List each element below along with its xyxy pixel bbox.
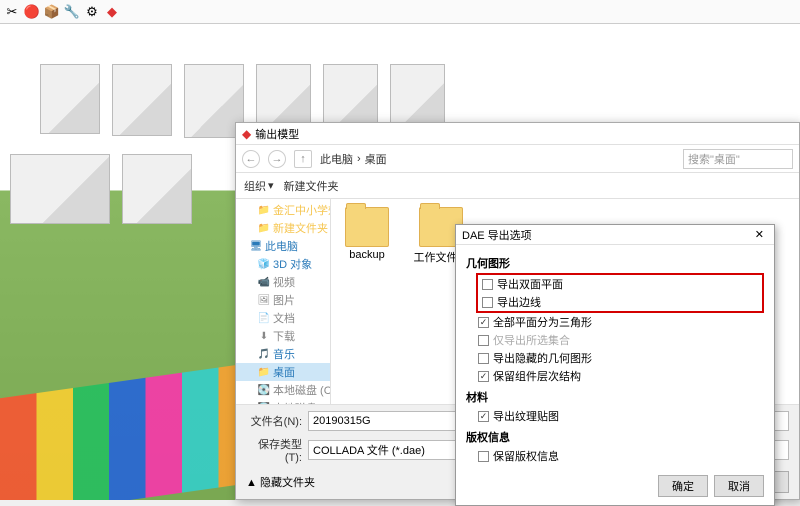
tree-item-icon: 📹 [258,276,270,288]
dialog-toolbar: 组织▾ 新建文件夹 [236,173,799,199]
tree-item-label: 3D 对象 [273,256,312,272]
tree-item-icon: 🖥 [250,240,262,252]
option-label: 保留版权信息 [493,448,559,464]
checkbox[interactable] [482,297,493,308]
checkbox[interactable] [478,371,489,382]
option-label: 导出边线 [497,294,541,310]
tree-item-icon: ⬇ [258,330,270,342]
folder-icon [345,207,389,247]
tree-item[interactable]: 📁新建文件夹 [236,219,330,237]
option-label: 保留组件层次结构 [493,368,581,384]
options-titlebar: DAE 导出选项 ✕ [456,225,774,245]
tool-wrench-icon[interactable]: 🔧 [64,4,80,20]
tree-item-label: 视频 [273,274,295,290]
checkbox[interactable] [478,451,489,462]
option-label: 导出双面平面 [497,276,563,292]
tree-item[interactable]: 📄文档 [236,309,330,327]
option-row[interactable]: 导出双面平面 [480,275,760,293]
colorful-ground [0,362,260,500]
checkbox [478,335,489,346]
tree-item-icon: 📁 [258,222,270,234]
file-label: backup [349,249,384,261]
filetype-label: 保存类型(T): [246,436,302,464]
checkbox[interactable] [482,279,493,290]
tree-item[interactable]: 💽本地磁盘 (C:) [236,381,330,399]
option-label: 仅导出所选集合 [493,332,570,348]
filename-label: 文件名(N): [246,413,302,429]
main-toolbar: ✂ 🔴 📦 🔧 ⚙ ◆ [0,0,800,24]
dialog-title: 输出模型 [255,126,299,142]
tool-cut-icon[interactable]: ✂ [4,4,20,20]
option-row[interactable]: 导出纹理贴图 [466,407,764,425]
folder-tree[interactable]: 📁金汇中小学效果📁新建文件夹🖥此电脑🧊3D 对象📹视频🖼图片📄文档⬇下载🎵音乐📁… [236,199,331,404]
option-label: 导出纹理贴图 [493,408,559,424]
tree-item-icon: 🎵 [258,348,270,360]
tree-item-label: 金汇中小学效果 [273,202,331,218]
option-row[interactable]: 导出隐藏的几何图形 [466,349,764,367]
tree-item[interactable]: 📁桌面 [236,363,330,381]
tree-item-label: 本地磁盘 (C:) [273,382,331,398]
tool-package-icon[interactable]: 📦 [44,4,60,20]
app-icon: ◆ [242,127,251,141]
close-icon[interactable]: ✕ [751,228,768,241]
tree-item-label: 图片 [273,292,295,308]
tree-item[interactable]: 🎵音乐 [236,345,330,363]
tree-item-icon: 📁 [258,204,270,216]
tree-item-icon: 💽 [258,384,270,396]
tree-item[interactable]: ⬇下载 [236,327,330,345]
tool-ruby-icon[interactable]: ◆ [104,4,120,20]
tree-item-icon: 🧊 [258,258,270,270]
options-title: DAE 导出选项 [462,227,532,243]
option-row[interactable]: 导出边线 [480,293,760,311]
option-row[interactable]: 保留版权信息 [466,447,764,465]
tree-item-label: 此电脑 [265,238,298,254]
tool-record-icon[interactable]: 🔴 [24,4,40,20]
tree-item[interactable]: 📹视频 [236,273,330,291]
tree-item-label: 文档 [273,310,295,326]
checkbox[interactable] [478,317,489,328]
tree-item[interactable]: 🧊3D 对象 [236,255,330,273]
tree-item-label: 桌面 [273,364,295,380]
cancel-options-button[interactable]: 取消 [714,475,764,497]
option-row[interactable]: 保留组件层次结构 [466,367,764,385]
tree-item-icon: 🖼 [258,294,270,306]
tree-item-icon: 📄 [258,312,270,324]
search-input[interactable]: 搜索"桌面" [683,149,793,169]
crumb-pc[interactable]: 此电脑 [320,151,353,167]
crumb-desktop[interactable]: 桌面 [365,151,387,167]
nav-back-button[interactable]: ← [242,150,260,168]
ok-button[interactable]: 确定 [658,475,708,497]
tree-item-label: 下载 [273,328,295,344]
new-folder-button[interactable]: 新建文件夹 [284,178,339,194]
nav-up-button[interactable]: ↑ [294,150,312,168]
highlight-box: 导出双面平面导出边线 [476,273,764,313]
options-group-title: 几何图形 [466,255,764,271]
tree-item[interactable]: 🖥此电脑 [236,237,330,255]
file-item[interactable]: backup [339,207,395,261]
tree-item[interactable]: 📁金汇中小学效果 [236,201,330,219]
option-row: 仅导出所选集合 [466,331,764,349]
option-row[interactable]: 全部平面分为三角形 [466,313,764,331]
tool-gear-icon[interactable]: ⚙ [84,4,100,20]
dialog-nav: ← → ↑ 此电脑 › 桌面 搜索"桌面" [236,145,799,173]
options-group-title: 材料 [466,389,764,405]
option-label: 全部平面分为三角形 [493,314,592,330]
breadcrumb[interactable]: 此电脑 › 桌面 [320,151,675,167]
tree-item[interactable]: 🖼图片 [236,291,330,309]
checkbox[interactable] [478,411,489,422]
tree-item-label: 新建文件夹 [273,220,328,236]
option-label: 导出隐藏的几何图形 [493,350,592,366]
tree-item-label: 音乐 [273,346,295,362]
nav-forward-button[interactable]: → [268,150,286,168]
organize-button[interactable]: 组织▾ [244,178,274,194]
hide-folders-link[interactable]: ▲ 隐藏文件夹 [246,474,315,490]
tree-item-icon: 📁 [258,366,270,378]
dialog-titlebar: ◆ 输出模型 [236,123,799,145]
options-group-title: 版权信息 [466,429,764,445]
checkbox[interactable] [478,353,489,364]
options-dialog: DAE 导出选项 ✕ 几何图形导出双面平面导出边线全部平面分为三角形仅导出所选集… [455,224,775,506]
